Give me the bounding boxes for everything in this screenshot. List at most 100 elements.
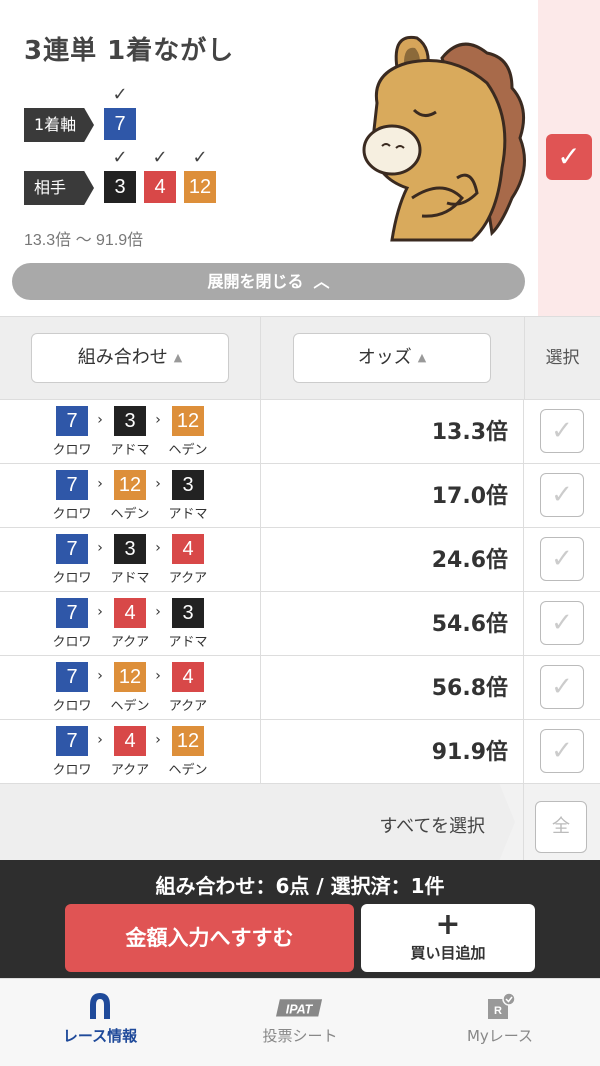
divider <box>260 317 261 399</box>
sort-by-combination-button[interactable]: 組み合わせ ▲ <box>31 333 229 383</box>
horse-number-badge: 4 <box>172 662 204 692</box>
combination-cell: 7 クロワ › 3 アドマ › 12 ヘデン <box>52 406 232 458</box>
horse-number-badge: 4 <box>114 726 146 756</box>
partner-check-icon: ✓ <box>112 147 128 168</box>
horse-name: アドマ <box>110 443 150 458</box>
divider <box>260 400 261 464</box>
axis-number-badge: 7 <box>104 108 136 140</box>
table-row[interactable]: 7 クロワ › 4 アクア › 12 ヘデン 91.9倍 ✓ <box>0 720 600 784</box>
table-row[interactable]: 7 クロワ › 4 アクア › 3 アドマ 54.6倍 ✓ <box>0 592 600 656</box>
chevron-right-icon: › <box>97 604 103 620</box>
select-checkbox[interactable]: ✓ <box>540 601 584 645</box>
tab-my-race[interactable]: R Myレース <box>400 979 600 1066</box>
select-checkbox[interactable]: ✓ <box>540 665 584 709</box>
divider <box>523 400 524 464</box>
odds-value: 54.6倍 <box>431 612 508 637</box>
select-checkbox[interactable]: ✓ <box>540 409 584 453</box>
sort-arrows-icon: ▲ <box>173 351 183 364</box>
horse-name: アドマ <box>110 571 150 586</box>
divider <box>523 784 524 860</box>
divider <box>523 656 524 720</box>
chevron-right-icon: › <box>97 540 103 556</box>
select-checkbox[interactable]: ✓ <box>540 729 584 773</box>
horse-name: アクア <box>168 699 208 714</box>
horse-number-badge: 12 <box>114 470 146 500</box>
horse-number-badge: 4 <box>114 598 146 628</box>
divider <box>523 720 524 784</box>
combination-cell: 7 クロワ › 12 ヘデン › 4 アクア <box>52 662 232 714</box>
chevron-right-icon: › <box>155 476 161 492</box>
horse-name: ヘデン <box>168 443 208 458</box>
select-checkbox[interactable]: ✓ <box>540 473 584 517</box>
horse-name: ヘデン <box>110 699 150 714</box>
horse-name: アクア <box>110 763 150 778</box>
odds-value: 17.0倍 <box>431 484 508 509</box>
odds-value: 91.9倍 <box>431 740 508 765</box>
tab-voting-sheet[interactable]: IPAT 投票シート <box>200 979 400 1066</box>
sort-by-odds-button[interactable]: オッズ ▲ <box>293 333 491 383</box>
select-all-button[interactable]: 全 <box>535 801 587 853</box>
my-race-icon-text: R <box>494 1005 502 1017</box>
action-bar: 組み合わせ：6点 / 選択済：1件 金額入力へすすむ + 買い目追加 <box>0 860 600 978</box>
horse-name: アクア <box>110 635 150 650</box>
horse-number-badge: 12 <box>172 726 204 756</box>
partner-check-icon: ✓ <box>152 147 168 168</box>
horse-number-badge: 3 <box>114 406 146 436</box>
horse-name: アドマ <box>168 507 208 522</box>
horse-name: クロワ <box>52 635 92 650</box>
select-column-header: 選択 <box>524 317 600 399</box>
chevron-up-icon: ︿ <box>313 272 330 291</box>
table-row[interactable]: 7 クロワ › 12 ヘデン › 3 アドマ 17.0倍 ✓ <box>0 464 600 528</box>
sort-odds-label: オッズ <box>357 347 412 368</box>
selection-summary: 組み合わせ：6点 / 選択済：1件 <box>155 874 445 898</box>
tab-label: Myレース <box>466 1027 534 1045</box>
chevron-right-icon: › <box>155 412 161 428</box>
sort-bar: 組み合わせ ▲ オッズ ▲ 選択 <box>0 316 600 400</box>
combination-cell: 7 クロワ › 4 アクア › 12 ヘデン <box>52 726 232 778</box>
horse-number-badge: 7 <box>56 406 88 436</box>
selected-check-icon[interactable]: ✓ <box>546 134 592 180</box>
table-row[interactable]: 7 クロワ › 3 アドマ › 12 ヘデン 13.3倍 ✓ <box>0 400 600 464</box>
chevron-right-icon: › <box>155 540 161 556</box>
horse-number-badge: 12 <box>172 406 204 436</box>
divider <box>523 528 524 592</box>
horse-name: クロワ <box>52 507 92 522</box>
tab-race-info[interactable]: レース情報 <box>0 979 200 1066</box>
my-race-icon: R <box>488 992 516 1019</box>
axis-label: 1着軸 <box>24 108 94 142</box>
partner-label: 相手 <box>24 171 94 205</box>
odds-value: 13.3倍 <box>431 420 508 445</box>
horse-name: ヘデン <box>110 507 150 522</box>
horse-number-badge: 7 <box>56 598 88 628</box>
select-all-row: すべてを選択 <box>0 784 600 860</box>
tab-label: 投票シート <box>262 1027 338 1045</box>
tab-label: レース情報 <box>62 1027 138 1045</box>
horse-name: クロワ <box>52 699 92 714</box>
partner-check-icon: ✓ <box>192 147 208 168</box>
horse-name: クロワ <box>52 443 92 458</box>
horse-name: クロワ <box>52 763 92 778</box>
divider <box>260 528 261 592</box>
bet-type-title: 3連単 1着ながし <box>24 36 235 66</box>
horse-number-badge: 7 <box>56 726 88 756</box>
select-all-label: すべてを選択 <box>379 816 485 837</box>
ipat-icon-text: IPAT <box>286 1003 314 1017</box>
odds-value: 24.6倍 <box>431 548 508 573</box>
proceed-to-amount-button[interactable]: 金額入力へすすむ <box>65 904 354 972</box>
collapse-button[interactable]: 展開を閉じる ︿ <box>12 263 525 300</box>
horse-number-badge: 3 <box>114 534 146 564</box>
collapse-label: 展開を閉じる <box>207 272 304 291</box>
divider <box>260 592 261 656</box>
partner-number-badge: 12 <box>184 171 216 203</box>
add-bet-label: 買い目追加 <box>410 944 486 962</box>
horse-number-badge: 3 <box>172 470 204 500</box>
table-row[interactable]: 7 クロワ › 12 ヘデン › 4 アクア 56.8倍 ✓ <box>0 656 600 720</box>
horse-number-badge: 3 <box>172 598 204 628</box>
add-bet-button[interactable]: + 買い目追加 <box>361 904 535 972</box>
sort-arrows-icon: ▲ <box>417 351 427 364</box>
horse-number-badge: 7 <box>56 534 88 564</box>
partner-number-badge: 3 <box>104 171 136 203</box>
select-checkbox[interactable]: ✓ <box>540 537 584 581</box>
table-row[interactable]: 7 クロワ › 3 アドマ › 4 アクア 24.6倍 ✓ <box>0 528 600 592</box>
horseshoe-icon <box>90 993 110 1019</box>
